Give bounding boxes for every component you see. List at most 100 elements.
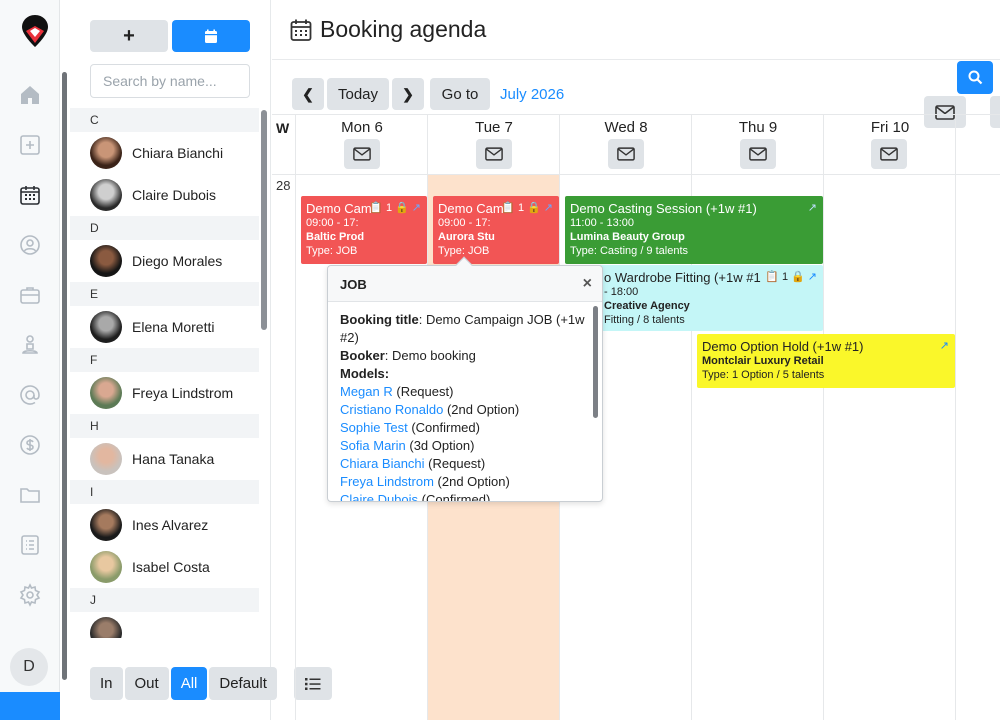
app-logo[interactable] (21, 14, 49, 48)
filter-all-button[interactable]: All (170, 667, 208, 700)
app-rail: D (0, 0, 60, 720)
model-link[interactable]: Freya Lindstrom (340, 474, 434, 489)
email-day-button[interactable] (608, 139, 644, 169)
search-icon (968, 70, 982, 85)
event-count: 1 (517, 201, 525, 214)
grid-line (955, 114, 956, 720)
model-status: (2nd Option) (443, 402, 520, 417)
month-picker[interactable]: July 2026 (500, 86, 564, 103)
model-status: (Confirmed) (418, 492, 491, 501)
model-row: Claire Dubois (Confirmed) (340, 491, 590, 501)
event-client: Creative Agency (604, 300, 690, 312)
model-row: Freya Lindstrom (2nd Option) (340, 473, 590, 491)
event-job-tue[interactable]: Demo Cam 09:00 - 17: Aurora Stu Type: JO… (433, 196, 559, 264)
event-casting[interactable]: Demo Casting Session (+1w #1) 11:00 - 13… (565, 196, 823, 264)
event-type: Fitting / 8 talents (604, 314, 685, 326)
goto-button[interactable]: Go to (430, 78, 490, 110)
header-divider (272, 59, 1000, 60)
list-item[interactable]: Chiara Bianchi (70, 132, 259, 174)
talent-name: Chiara Bianchi (132, 145, 224, 161)
list-item[interactable]: Elena Moretti (70, 306, 259, 348)
list-item[interactable]: Freya Lindstrom (70, 372, 259, 414)
user-avatar[interactable]: D (10, 648, 48, 686)
booker-label: Booker (340, 348, 385, 363)
avatar (90, 617, 122, 638)
add-button[interactable]: + (90, 20, 168, 52)
external-link-icon[interactable]: ↗ (808, 201, 817, 214)
list-item[interactable]: Ines Alvarez (70, 504, 259, 546)
envelope-icon (935, 104, 955, 120)
email-day-button[interactable] (740, 139, 776, 169)
external-link-icon[interactable]: ↗ (544, 201, 553, 214)
email-day-button[interactable] (871, 139, 907, 169)
popover-scrollbar[interactable] (593, 306, 598, 418)
external-link-icon[interactable]: ↗ (940, 339, 949, 352)
list-item[interactable] (70, 612, 259, 638)
prev-button[interactable]: ❮ (292, 78, 324, 110)
event-time: - 18:00 (604, 286, 639, 298)
filter-out-button[interactable]: Out (124, 667, 169, 700)
list-item[interactable]: Isabel Costa (70, 546, 259, 588)
calendar-view-button[interactable] (172, 20, 250, 52)
popover-body: Booking title: Demo Campaign JOB (+1w #2… (328, 302, 602, 501)
email-button-partial[interactable] (990, 96, 1000, 128)
at-icon[interactable] (17, 382, 43, 408)
event-popover: JOB × Booking title: Demo Campaign JOB (… (327, 256, 603, 502)
dollar-icon[interactable] (17, 432, 43, 458)
event-type: Type: JOB (306, 245, 358, 257)
event-job-mon[interactable]: Demo Cam 09:00 - 17: Baltic Prod Type: J… (301, 196, 427, 264)
talent-name: Isabel Costa (132, 559, 210, 575)
email-day-button[interactable] (476, 139, 512, 169)
booking-title-row: Booking title: Demo Campaign JOB (+1w #2… (340, 311, 590, 347)
today-button[interactable]: Today (327, 78, 389, 110)
talent-name: Claire Dubois (132, 187, 217, 203)
briefcase-icon[interactable] (17, 282, 43, 308)
home-icon[interactable] (17, 82, 43, 108)
sidebar-scrollbar[interactable] (261, 110, 267, 330)
envelope-icon (880, 147, 898, 161)
avatar (90, 137, 122, 169)
external-link-icon[interactable]: ↗ (808, 270, 817, 283)
list-item[interactable]: Claire Dubois (70, 174, 259, 216)
user-circle-icon[interactable] (17, 232, 43, 258)
rail-scrollbar[interactable] (62, 72, 67, 680)
filter-in-button[interactable]: In (90, 667, 123, 700)
checklist-icon[interactable] (17, 532, 43, 558)
talent-name: Diego Morales (132, 253, 223, 269)
model-link[interactable]: Chiara Bianchi (340, 456, 425, 471)
next-button[interactable]: ❯ (392, 78, 424, 110)
event-time: 09:00 - 17: (438, 217, 491, 229)
model-link[interactable]: Sofia Marin (340, 438, 406, 453)
page-header: Booking agenda (290, 16, 486, 43)
list-item[interactable]: Diego Morales (70, 240, 259, 282)
event-fitting[interactable]: o Wardrobe Fitting (+1w #1 - 18:00 Creat… (565, 265, 823, 331)
model-link[interactable]: Cristiano Ronaldo (340, 402, 443, 417)
model-link[interactable]: Sophie Test (340, 420, 408, 435)
booking-title-label: Booking title (340, 312, 419, 327)
clipboard-check-icon: 📋 (501, 202, 515, 214)
model-link[interactable]: Claire Dubois (340, 492, 418, 501)
search-button[interactable] (957, 61, 993, 94)
filter-default-button[interactable]: Default (209, 667, 277, 700)
lock-icon: 🔒 (395, 202, 409, 214)
search-input[interactable] (90, 64, 250, 98)
plus-square-icon[interactable] (17, 132, 43, 158)
event-title: Demo Option Hold (+1w #1) (702, 339, 864, 354)
day-header-thu: Thu 9 (738, 119, 778, 136)
avatar (90, 179, 122, 211)
folder-icon[interactable] (17, 482, 43, 508)
calendar-icon[interactable] (17, 182, 43, 208)
person-pedestal-icon[interactable] (17, 332, 43, 358)
rail-bottom-bar[interactable] (0, 692, 60, 720)
event-type: Type: JOB (438, 245, 490, 257)
email-day-button[interactable] (344, 139, 380, 169)
list-view-button[interactable] (294, 667, 332, 700)
list-item[interactable]: Hana Tanaka (70, 438, 259, 480)
close-icon[interactable]: × (583, 275, 592, 293)
external-link-icon[interactable]: ↗ (412, 201, 421, 214)
event-option-hold[interactable]: Demo Option Hold (+1w #1) Montclair Luxu… (697, 334, 955, 388)
day-header-mon: Mon 6 (341, 119, 383, 136)
gear-icon[interactable] (17, 582, 43, 608)
model-status: (Request) (392, 384, 454, 399)
model-link[interactable]: Megan R (340, 384, 393, 399)
